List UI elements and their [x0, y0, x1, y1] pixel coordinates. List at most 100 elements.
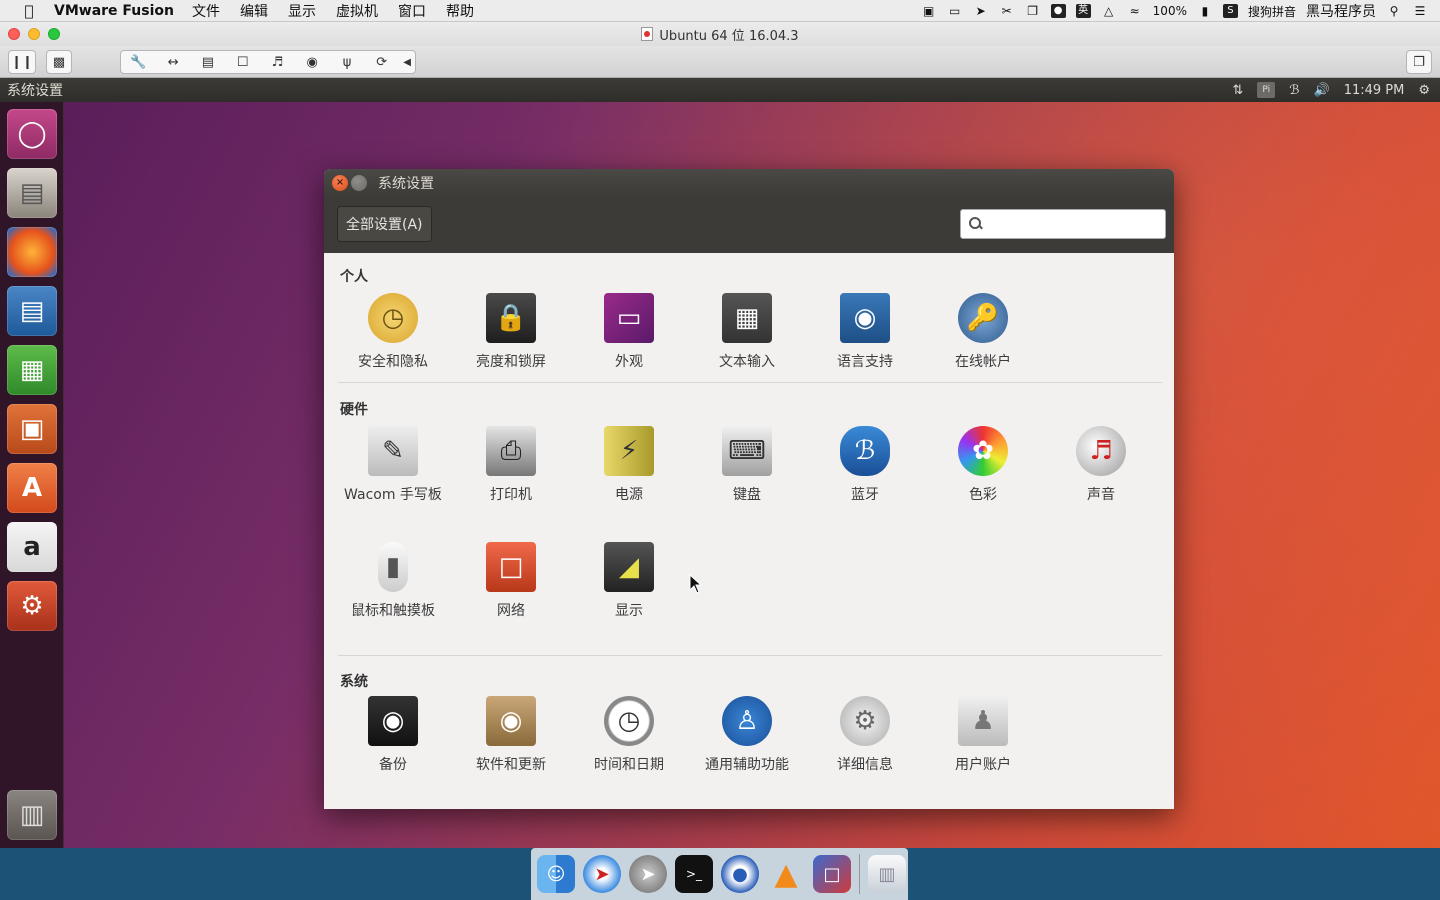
- settings-item-label: 时间和日期: [594, 757, 664, 773]
- disk-icon[interactable]: ▤: [191, 55, 226, 70]
- window-zoom-button[interactable]: [48, 28, 60, 40]
- lock-screen-icon: 🔒: [486, 293, 536, 343]
- keyboard-indicator[interactable]: Pi: [1257, 82, 1276, 98]
- settings-item-color[interactable]: ✿ 色彩: [928, 426, 1038, 516]
- session-gear-icon[interactable]: ⚙: [1418, 83, 1430, 98]
- printer-icon: ⎙: [486, 426, 536, 476]
- trash-icon[interactable]: ▥: [7, 790, 57, 840]
- settings-item-label: 文本输入: [719, 354, 775, 370]
- vlc-icon[interactable]: ▲: [767, 855, 805, 893]
- ubuntu-dash-icon[interactable]: ◯: [7, 109, 57, 159]
- volume-indicator-icon[interactable]: 🔊: [1314, 83, 1330, 98]
- libreoffice-calc-icon[interactable]: ▦: [7, 345, 57, 395]
- pause-button[interactable]: ❙❙: [8, 50, 36, 74]
- input-method-label[interactable]: 搜狗拼音: [1248, 3, 1296, 20]
- firefox-icon[interactable]: [7, 227, 57, 277]
- files-icon[interactable]: ▤: [7, 168, 57, 218]
- settings-item-details[interactable]: ⚙ 详细信息: [810, 696, 920, 786]
- settings-item-universal-access[interactable]: ♙ 通用辅助功能: [692, 696, 802, 786]
- wifi-icon[interactable]: ≈: [1127, 4, 1143, 18]
- apple-icon[interactable]: : [18, 2, 40, 20]
- settings-item-user-accounts[interactable]: ♟ 用户账户: [928, 696, 1038, 786]
- usb-icon[interactable]: ψ: [330, 55, 365, 70]
- refresh-icon[interactable]: ⟳: [364, 55, 399, 70]
- scissors-icon[interactable]: ✂: [999, 4, 1015, 18]
- menu-window[interactable]: 窗口: [398, 1, 426, 21]
- settings-item-label: 鼠标和触摸板: [351, 603, 435, 619]
- settings-item-label: 外观: [615, 354, 643, 370]
- software-center-icon[interactable]: A: [7, 463, 57, 513]
- settings-item-label: 键盘: [733, 487, 761, 503]
- settings-item-text-input[interactable]: ▦ 文本输入: [692, 293, 802, 383]
- battery-icon[interactable]: ▮: [1197, 4, 1213, 18]
- settings-item-appearance[interactable]: ▭ 外观: [574, 293, 684, 383]
- settings-item-security-privacy[interactable]: ◷ 安全和隐私: [338, 293, 448, 383]
- network-indicator-icon[interactable]: ⇅: [1232, 83, 1243, 98]
- menu-view[interactable]: 显示: [288, 1, 316, 21]
- menu-edit[interactable]: 编辑: [240, 1, 268, 21]
- chevron-left-icon[interactable]: ◀: [399, 57, 415, 68]
- menu-vm[interactable]: 虚拟机: [336, 1, 378, 21]
- settings-item-label: 电源: [615, 487, 643, 503]
- battery-percent[interactable]: 100%: [1153, 4, 1187, 18]
- settings-item-wacom-tablet[interactable]: ✎ Wacom 手写板: [338, 426, 448, 516]
- input-en-icon[interactable]: 英: [1075, 4, 1091, 18]
- copy-icon[interactable]: ❐: [1025, 4, 1041, 18]
- send-icon[interactable]: ➤: [973, 4, 989, 18]
- camera-icon[interactable]: ▣: [921, 4, 937, 18]
- settings-item-sound[interactable]: ♬ 声音: [1046, 426, 1156, 516]
- settings-item-mouse-touchpad[interactable]: ▮ 鼠标和触摸板: [338, 542, 448, 632]
- camera-device-icon[interactable]: ◉: [295, 55, 330, 70]
- launchpad-rocket-icon[interactable]: ➤: [629, 855, 667, 893]
- menu-file[interactable]: 文件: [192, 1, 220, 21]
- display-icon[interactable]: ▭: [947, 4, 963, 18]
- settings-item-language-support[interactable]: ◉ 语言支持: [810, 293, 920, 383]
- safari-icon[interactable]: ➤: [583, 855, 621, 893]
- settings-item-keyboard[interactable]: ⌨ 键盘: [692, 426, 802, 516]
- network-arrows-icon[interactable]: ↔: [156, 55, 191, 70]
- finder-icon[interactable]: ☺: [537, 855, 575, 893]
- volume-icon[interactable]: ♬: [260, 55, 295, 70]
- menu-help[interactable]: 帮助: [446, 1, 474, 21]
- all-settings-button[interactable]: 全部设置(A): [337, 206, 432, 242]
- vmware-fusion-icon[interactable]: □: [813, 855, 851, 893]
- settings-item-displays[interactable]: ◢ 显示: [574, 542, 684, 632]
- settings-item-online-accounts[interactable]: 🔑 在线帐户: [928, 293, 1038, 383]
- settings-item-brightness-lock[interactable]: 🔒 亮度和锁屏: [456, 293, 566, 383]
- settings-wrench-icon[interactable]: 🔧: [121, 55, 156, 70]
- user-name[interactable]: 黑马程序员: [1306, 1, 1376, 21]
- spotlight-search-icon[interactable]: ⚲: [1386, 4, 1402, 18]
- libreoffice-writer-icon[interactable]: ▤: [7, 286, 57, 336]
- settings-item-power[interactable]: ⚡ 电源: [574, 426, 684, 516]
- settings-item-bluetooth[interactable]: ℬ 蓝牙: [810, 426, 920, 516]
- window-minimize-button[interactable]: [28, 28, 40, 40]
- sogou-icon[interactable]: S: [1222, 4, 1238, 18]
- settings-item-backups[interactable]: ◉ 备份: [338, 696, 448, 786]
- photo-app-icon[interactable]: ●: [721, 855, 759, 893]
- system-settings-icon[interactable]: ⚙: [7, 581, 57, 631]
- settings-item-label: 打印机: [490, 487, 532, 503]
- terminal-icon[interactable]: >_: [675, 855, 713, 893]
- settings-item-time-date[interactable]: ◷ 时间和日期: [574, 696, 684, 786]
- close-icon[interactable]: ×: [332, 175, 348, 191]
- settings-item-software-updates[interactable]: ◉ 软件和更新: [456, 696, 566, 786]
- search-field[interactable]: [960, 209, 1166, 239]
- search-input[interactable]: [989, 216, 1159, 232]
- vm-window-titlebar: Ubuntu 64 位 16.04.3: [0, 22, 1440, 46]
- app-menu-vmware[interactable]: VMware Fusion: [54, 3, 174, 19]
- microphone-icon[interactable]: ●: [1050, 4, 1066, 18]
- settings-item-network[interactable]: □ 网络: [456, 542, 566, 632]
- libreoffice-impress-icon[interactable]: ▣: [7, 404, 57, 454]
- panel-clock[interactable]: 11:49 PM: [1344, 83, 1405, 98]
- minimize-icon[interactable]: [351, 175, 367, 191]
- amazon-icon[interactable]: a: [7, 522, 57, 572]
- printer-icon[interactable]: ☐: [225, 55, 260, 70]
- snapshot-button[interactable]: ▩: [46, 50, 72, 74]
- notification-center-icon[interactable]: ☰: [1412, 4, 1428, 18]
- bluetooth-indicator-icon[interactable]: ℬ: [1289, 83, 1299, 98]
- unity-mode-button[interactable]: ❐: [1406, 50, 1432, 74]
- settings-item-printers[interactable]: ⎙ 打印机: [456, 426, 566, 516]
- trash-icon[interactable]: ▥: [868, 855, 906, 893]
- airplay-icon[interactable]: △: [1101, 4, 1117, 18]
- window-close-button[interactable]: [8, 28, 20, 40]
